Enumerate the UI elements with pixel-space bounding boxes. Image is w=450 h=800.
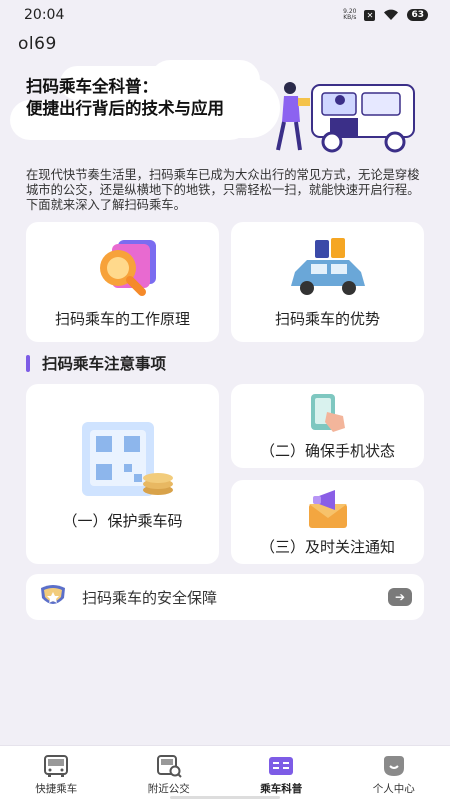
card-protect-code[interactable]: （一）保护乘车码 <box>26 384 219 564</box>
section-title: 扫码乘车注意事项 <box>26 352 166 374</box>
magnifier-illustration-icon <box>100 240 156 296</box>
home-indicator[interactable] <box>170 796 280 799</box>
card-advantages[interactable]: 扫码乘车的优势 <box>231 222 424 342</box>
tab-nearby-bus[interactable]: 附近公交 <box>113 746 226 800</box>
card-phone-status[interactable]: （二）确保手机状态 <box>231 384 424 468</box>
arrow-right-icon[interactable]: ➔ <box>388 588 412 606</box>
tab-quick-ride[interactable]: 快捷乘车 <box>0 746 113 800</box>
wifi-icon <box>384 9 399 20</box>
network-speed: 9.20 KB/s <box>343 8 357 21</box>
card-label: （二）确保手机状态 <box>259 442 395 460</box>
notification-x-icon: ✕ <box>364 9 376 21</box>
status-icons: 9.20 KB/s ✕ 63 <box>343 9 428 21</box>
profile-icon <box>383 756 404 776</box>
bottom-tab-bar: 快捷乘车 附近公交 乘车科普 个人中心 <box>0 745 450 800</box>
bus-icon <box>44 755 69 777</box>
intro-paragraph: 在现代快节奏生活里，扫码乘车已成为大众出行的常见方式，无论是穿梭城市的公交，还是… <box>26 168 420 212</box>
bus-search-icon <box>156 755 182 778</box>
safety-label: 扫码乘车的安全保障 <box>82 588 218 607</box>
status-time: 20:04 <box>24 7 65 23</box>
card-working-principle[interactable]: 扫码乘车的工作原理 <box>26 222 219 342</box>
status-bar: 20:04 9.20 KB/s ✕ 63 <box>0 0 450 30</box>
hero-title: 扫码乘车全科普： 便捷出行背后的技术与应用 <box>26 77 224 118</box>
tab-profile[interactable]: 个人中心 <box>338 746 450 800</box>
tab-ride-science[interactable]: 乘车科普 <box>225 746 338 800</box>
qr-code-illustration-icon <box>82 422 173 496</box>
battery-icon: 63 <box>407 9 428 21</box>
van-people-illustration-icon <box>276 82 415 153</box>
card-label: 扫码乘车的优势 <box>274 310 380 328</box>
card-label: （一）保护乘车码 <box>62 512 183 530</box>
card-label: （三）及时关注通知 <box>259 538 395 556</box>
car-luggage-illustration-icon <box>291 238 365 295</box>
shield-badge-icon <box>41 585 65 604</box>
app-name: ol69 <box>18 34 57 54</box>
hero-banner: 扫码乘车全科普： 便捷出行背后的技术与应用 <box>0 60 450 160</box>
phone-hand-illustration-icon <box>311 394 345 432</box>
card-label: 扫码乘车的工作原理 <box>54 310 190 328</box>
card-notifications[interactable]: （三）及时关注通知 <box>231 480 424 564</box>
megaphone-envelope-illustration-icon <box>309 490 347 528</box>
safety-guarantee-row[interactable]: 扫码乘车的安全保障 ➔ <box>26 574 424 620</box>
section-accent-bar <box>26 354 30 372</box>
book-icon <box>269 757 294 775</box>
